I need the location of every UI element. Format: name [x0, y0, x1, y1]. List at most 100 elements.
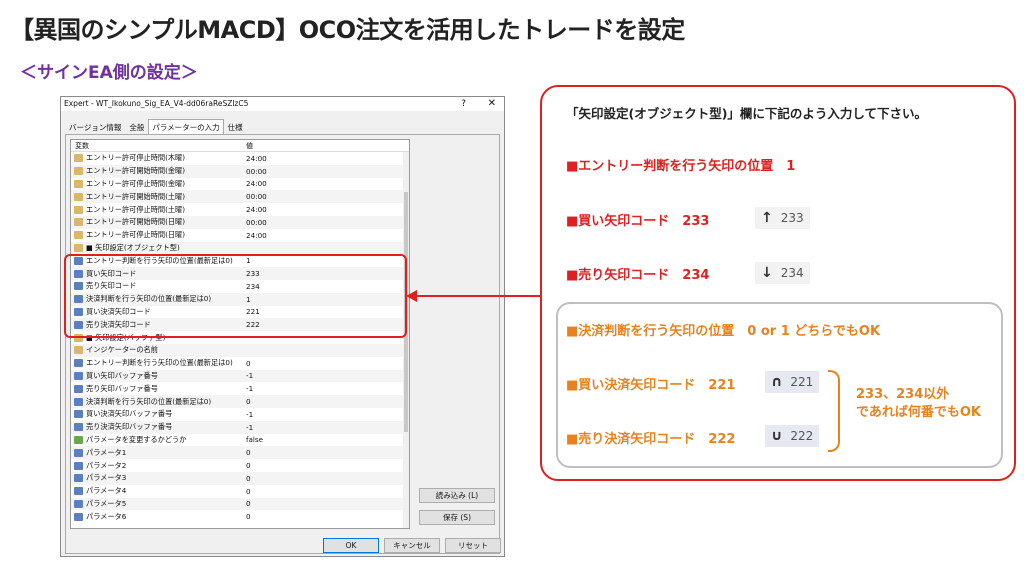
parameter-row[interactable]: エントリー許可停止時間(土曜) 24:00	[71, 203, 409, 216]
parameter-row[interactable]: 買い矢印バッファ番号 -1	[71, 369, 409, 383]
number-type-icon	[74, 487, 83, 496]
parameter-row[interactable]: エントリー許可開始時間(土曜) 00:00	[71, 190, 409, 204]
parameter-value[interactable]: 0	[243, 359, 409, 368]
save-button[interactable]: 保存 (S)	[419, 510, 495, 525]
cancel-button[interactable]: キャンセル	[384, 538, 440, 553]
parameter-value[interactable]: 00:00	[243, 218, 409, 227]
sell-exit-sample: ∪ 222	[765, 425, 820, 447]
bool-type-icon	[74, 435, 83, 444]
parameter-value[interactable]: -1	[243, 423, 409, 432]
section-subtitle: ＜サインEA側の設定＞	[20, 63, 198, 83]
note-line-2: であれば何番でもOK	[856, 405, 981, 420]
tab-specification[interactable]: 仕様	[224, 119, 247, 134]
parameter-name: 決済判断を行う矢印の位置(最新足は0)	[86, 396, 212, 406]
reset-button[interactable]: リセット	[445, 538, 501, 553]
number-type-icon	[74, 423, 83, 432]
tab-version-info[interactable]: バージョン情報	[65, 119, 125, 134]
parameter-row[interactable]: エントリー許可開始時間(金曜) 00:00	[71, 164, 409, 178]
number-type-icon	[74, 359, 83, 368]
instruction-title: 「矢印設定(オブジェクト型)」欄に下記のよう入力して下さい。	[566, 106, 928, 121]
parameter-value[interactable]: 00:00	[243, 192, 409, 201]
exit-position-line: ■決済判断を行う矢印の位置 0 or 1 どちらでもOK	[566, 324, 881, 339]
exit-code-note: 233、234以外 であれば何番でもOK	[856, 386, 981, 422]
parameter-row[interactable]: パラメータ5 0	[71, 497, 409, 511]
parameter-row[interactable]: 売り矢印バッファ番号 -1	[71, 382, 409, 395]
parameter-name: 買い矢印バッファ番号	[86, 370, 158, 380]
buy-exit-code: 221	[790, 375, 814, 389]
parameter-name-cell: パラメータを変更するかどうか	[71, 435, 243, 445]
parameter-row[interactable]: インジケーターの名前	[71, 343, 409, 357]
parameter-value[interactable]: false	[243, 435, 409, 444]
number-type-icon	[74, 474, 83, 483]
buy-exit-arrow-icon: ∩	[771, 374, 783, 390]
parameter-value[interactable]: -1	[243, 384, 409, 393]
number-type-icon	[74, 512, 83, 521]
number-type-icon	[74, 397, 83, 406]
parameter-row[interactable]: 売り決済矢印バッファ番号 -1	[71, 420, 409, 434]
number-type-icon	[74, 410, 83, 419]
parameter-value[interactable]: 24:00	[243, 154, 409, 163]
parameter-value[interactable]: 0	[243, 512, 409, 521]
parameter-row[interactable]: エントリー判断を行う矢印の位置(最新足は0) 0	[71, 357, 409, 370]
note-line-1: 233、234以外	[856, 387, 950, 402]
grid-scrollbar[interactable]	[403, 152, 409, 528]
parameter-value[interactable]: 0	[243, 461, 409, 470]
parameter-value[interactable]: 0	[243, 448, 409, 457]
parameter-row[interactable]: エントリー許可停止時間(木曜) 24:00	[71, 152, 409, 165]
parameter-name-cell: エントリー許可停止時間(木曜)	[71, 153, 243, 163]
parameter-name-cell: パラメータ3	[71, 473, 243, 483]
parameter-value[interactable]: 00:00	[243, 167, 409, 176]
parameter-name: インジケーターの名前	[86, 345, 158, 355]
parameter-row[interactable]: エントリー許可停止時間(金曜) 24:00	[71, 178, 409, 191]
string-type-icon	[74, 167, 83, 176]
parameter-value[interactable]: 24:00	[243, 179, 409, 188]
parameter-value[interactable]: 0	[243, 474, 409, 483]
parameter-value[interactable]: -1	[243, 371, 409, 380]
string-type-icon	[74, 346, 83, 355]
parameter-row[interactable]: 決済判断を行う矢印の位置(最新足は0) 0	[71, 395, 409, 408]
load-button[interactable]: 読み込み (L)	[419, 488, 495, 503]
parameter-value[interactable]: 0	[243, 499, 409, 508]
parameter-name-cell: 買い決済矢印バッファ番号	[71, 409, 243, 419]
parameter-value[interactable]: 24:00	[243, 205, 409, 214]
parameter-value[interactable]: 0	[243, 397, 409, 406]
parameter-name: エントリー許可停止時間(日曜)	[86, 230, 186, 240]
column-header-variable[interactable]: 変数	[71, 140, 243, 151]
parameter-row[interactable]: パラメータを変更するかどうか false	[71, 434, 409, 447]
parameter-name: エントリー許可開始時間(日曜)	[86, 217, 186, 227]
parameter-name: パラメータ6	[86, 511, 127, 521]
tab-general[interactable]: 全般	[125, 119, 148, 134]
parameter-name: パラメータ5	[86, 498, 127, 508]
pointer-arrow-head-icon	[406, 290, 417, 302]
parameter-value[interactable]: 0	[243, 487, 409, 496]
parameter-name: パラメータ3	[86, 473, 127, 483]
parameter-row[interactable]: パラメータ3 0	[71, 471, 409, 485]
parameter-row[interactable]: ■ 矢印設定(オブジェクト型)	[71, 241, 409, 255]
parameter-row[interactable]: 買い決済矢印バッファ番号 -1	[71, 408, 409, 421]
parameter-name-cell: エントリー許可停止時間(土曜)	[71, 205, 243, 215]
parameter-row[interactable]: パラメータ6 0	[71, 510, 409, 523]
sell-exit-code: 222	[790, 429, 814, 443]
parameter-row[interactable]: パラメータ4 0	[71, 485, 409, 498]
parameter-name-cell: インジケーターの名前	[71, 345, 243, 355]
grid-header: 変数 値	[71, 140, 409, 152]
parameter-row[interactable]: エントリー許可開始時間(日曜) 00:00	[71, 215, 409, 229]
parameter-name-cell: パラメータ2	[71, 461, 243, 471]
parameter-row[interactable]: パラメータ1 0	[71, 446, 409, 460]
parameter-value[interactable]: -1	[243, 410, 409, 419]
tab-input-parameters[interactable]: パラメーターの入力	[148, 119, 224, 134]
column-header-value[interactable]: 値	[243, 140, 409, 151]
close-icon[interactable]: ✕	[488, 97, 496, 111]
parameter-name-cell: 売り矢印バッファ番号	[71, 384, 243, 394]
parameter-name-cell: パラメータ5	[71, 499, 243, 509]
highlight-box	[64, 254, 407, 338]
parameter-name: パラメータ2	[86, 460, 127, 470]
help-icon[interactable]: ?	[461, 97, 466, 111]
ok-button[interactable]: OK	[323, 538, 379, 553]
parameter-row[interactable]: パラメータ2 0	[71, 459, 409, 472]
string-type-icon	[74, 205, 83, 214]
parameter-value[interactable]: 24:00	[243, 231, 409, 240]
parameter-name: 売り決済矢印バッファ番号	[86, 422, 173, 432]
parameter-name: エントリー許可開始時間(金曜)	[86, 166, 186, 176]
parameter-row[interactable]: エントリー許可停止時間(日曜) 24:00	[71, 229, 409, 242]
